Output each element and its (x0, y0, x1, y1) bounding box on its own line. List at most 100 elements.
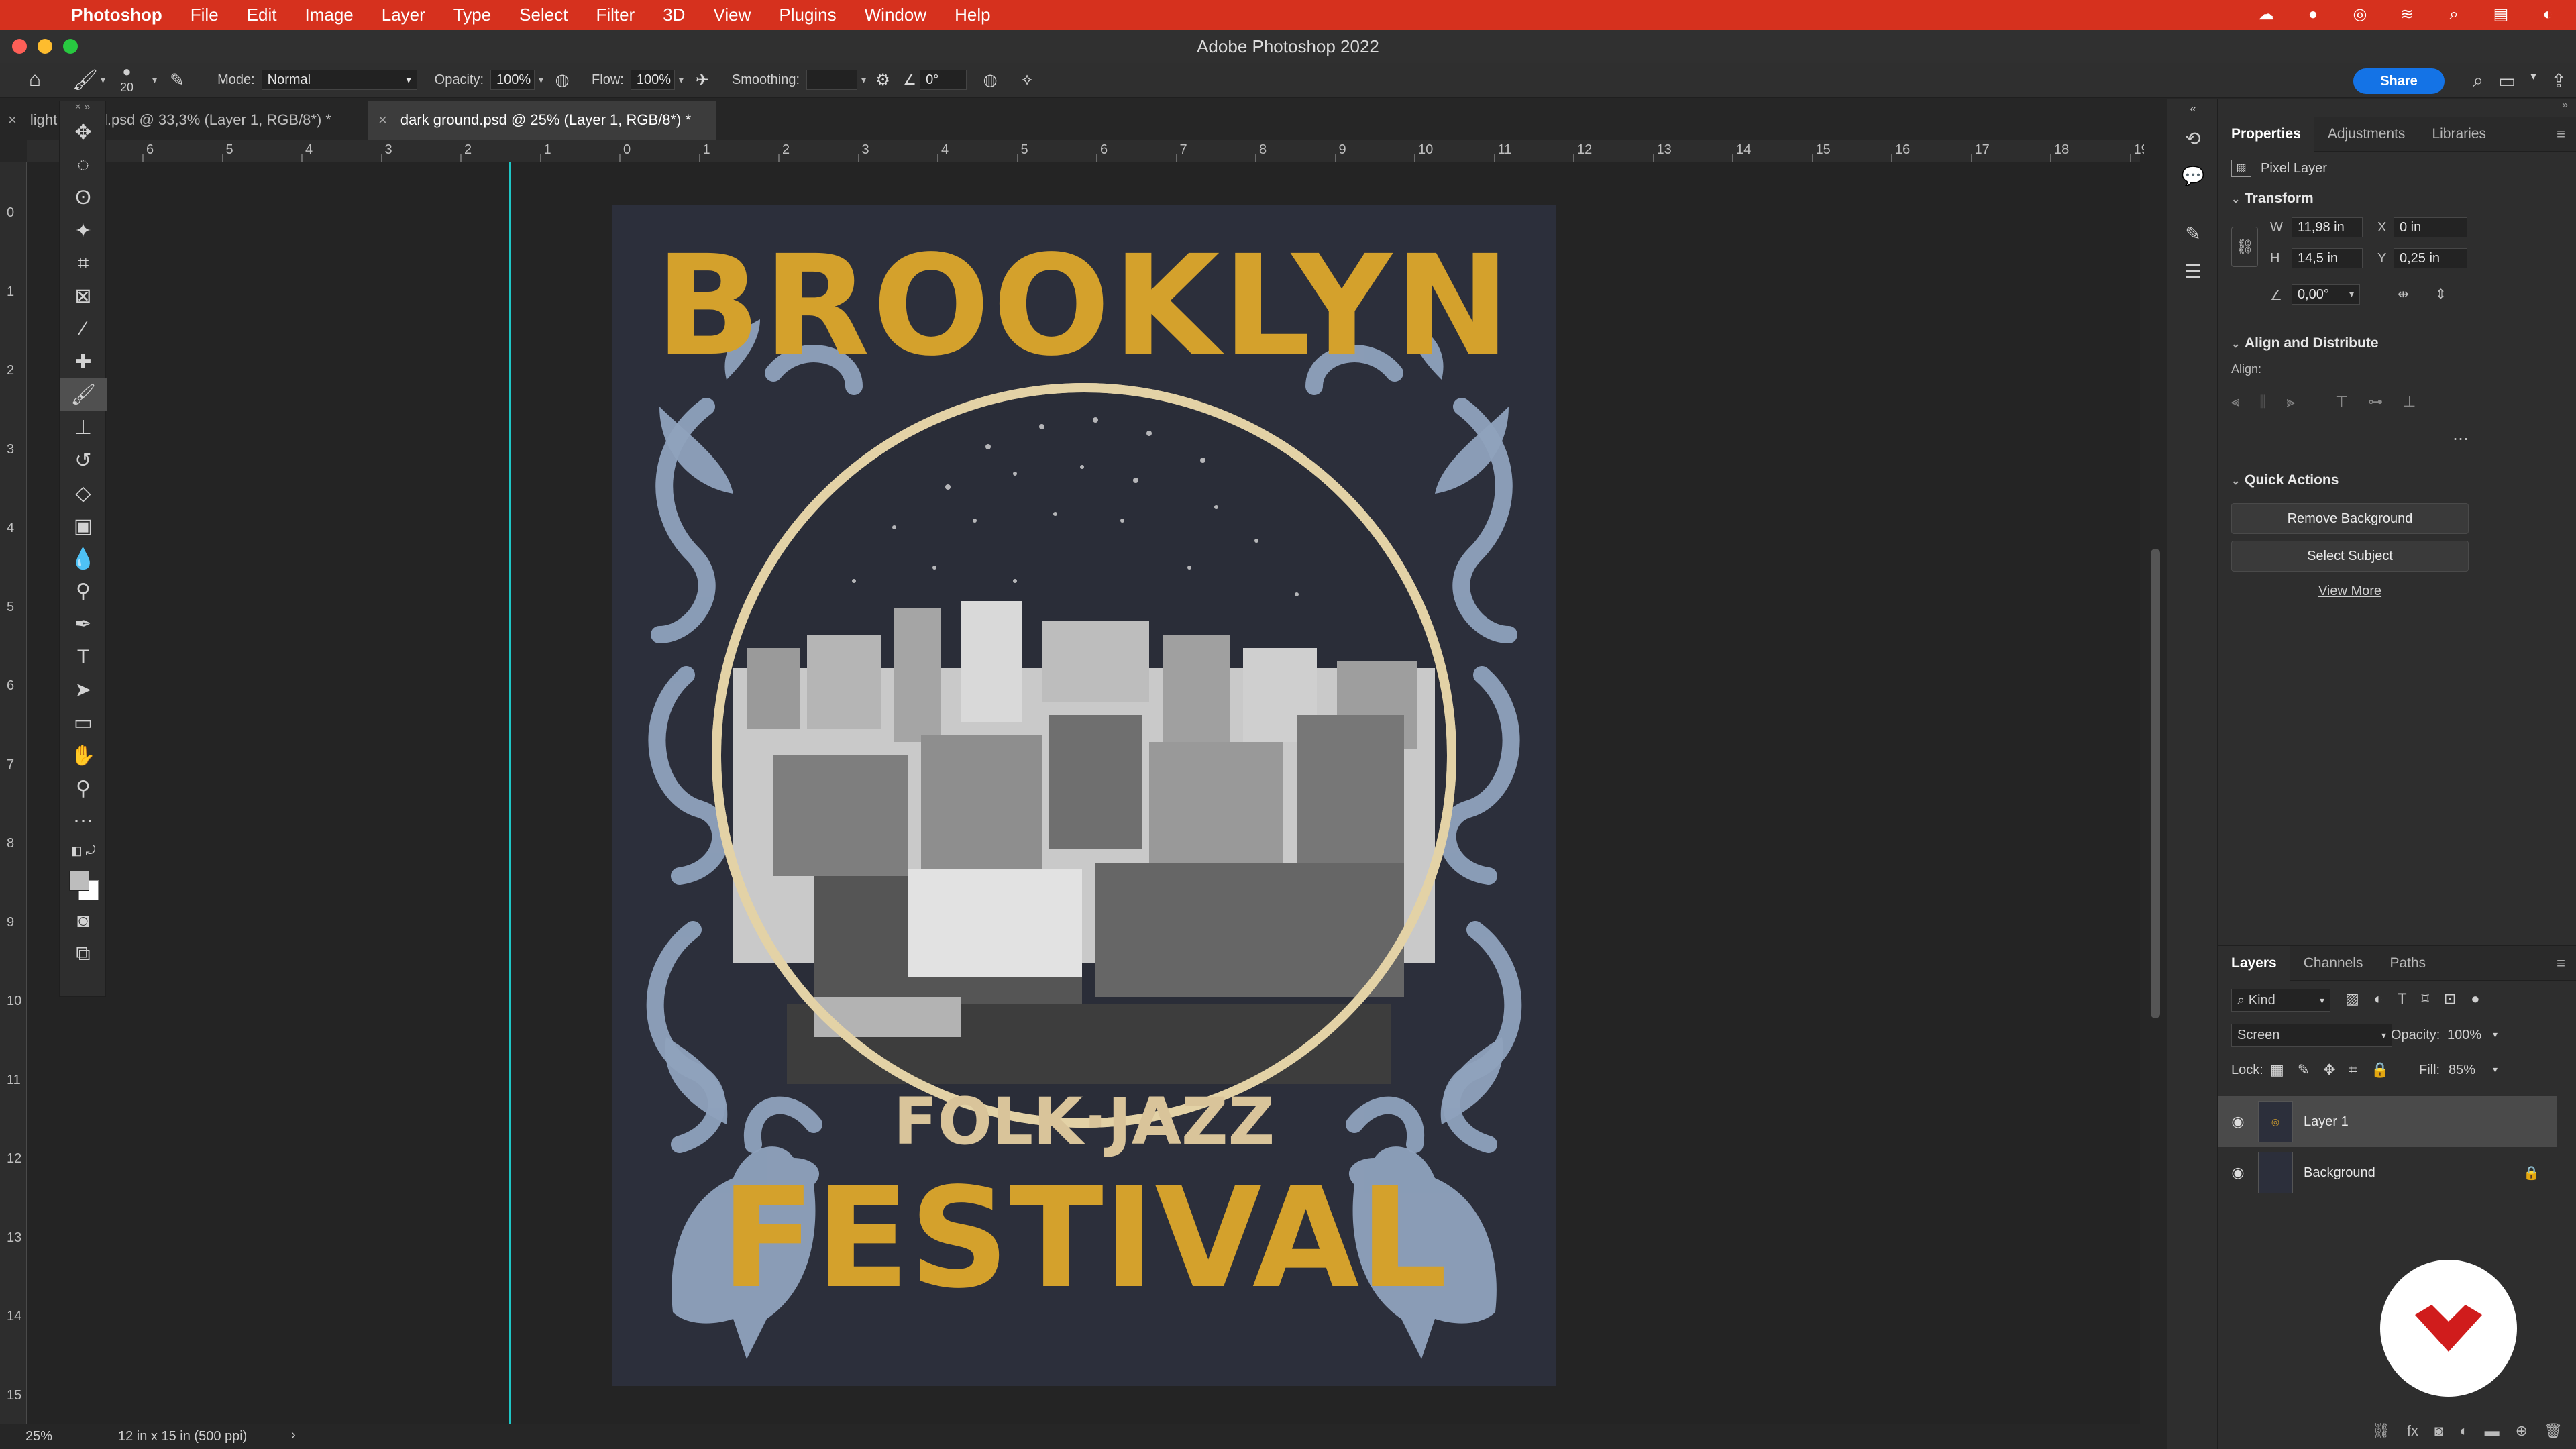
expand-panels-icon[interactable]: » (2218, 99, 2576, 117)
flip-vertical-icon[interactable]: ⇕ (2435, 286, 2447, 303)
dodge-tool-icon[interactable]: ⚲ (60, 575, 107, 608)
brush-settings-panel-icon[interactable]: ✎ (2167, 215, 2218, 252)
opacity-input[interactable]: 100% (490, 70, 535, 90)
fx-icon[interactable]: fx (2407, 1422, 2418, 1440)
brush-size-picker[interactable]: ● 20 (105, 63, 148, 97)
quick-actions-header[interactable]: ⌄ Quick Actions (2218, 467, 2339, 494)
lock-icon[interactable]: 🔒 (2523, 1165, 2540, 1181)
menu-plugins[interactable]: Plugins (765, 0, 850, 30)
lock-all-icon[interactable]: 🔒 (2371, 1061, 2389, 1079)
zoom-tool-icon[interactable]: ⚲ (60, 772, 107, 805)
chevron-down-icon[interactable]: ▾ (679, 74, 684, 86)
filter-toggle-icon[interactable]: ● (2471, 990, 2479, 1008)
workspace-icon[interactable]: ▭ (2498, 70, 2516, 92)
menu-help[interactable]: Help (941, 0, 1004, 30)
align-middle-v-icon[interactable]: ⊶ (2368, 393, 2383, 411)
menu-3d[interactable]: 3D (649, 0, 699, 30)
menu-layer[interactable]: Layer (368, 0, 439, 30)
align-bottom-icon[interactable]: ⊥ (2403, 393, 2416, 411)
brush-angle-input[interactable]: 0° (920, 70, 967, 90)
panel-menu-icon[interactable]: ≡ (2557, 955, 2565, 972)
layer-row[interactable]: ◉ Background 🔒 (2218, 1147, 2557, 1198)
vertical-scroll-thumb[interactable] (2151, 549, 2160, 1018)
flow-input[interactable]: 100% (630, 70, 675, 90)
tab-paths[interactable]: Paths (2376, 946, 2439, 981)
filter-pixel-icon[interactable]: ▨ (2345, 990, 2359, 1008)
align-header[interactable]: ⌄ Align and Distribute (2218, 330, 2379, 357)
wifi-icon[interactable]: ≋ (2396, 4, 2418, 25)
chevron-down-icon[interactable]: ▾ (861, 74, 866, 86)
eyedropper-tool-icon[interactable]: ⁄ (60, 313, 107, 345)
tab-dark-ground[interactable]: × dark ground.psd @ 25% (Layer 1, RGB/8*… (368, 101, 716, 140)
new-layer-icon[interactable]: ⊕ (2516, 1422, 2528, 1440)
zoom-level[interactable]: 25% (25, 1429, 52, 1444)
quick-mask-icon[interactable]: ◙ (60, 905, 107, 938)
screen-mode-icon[interactable]: ⧉ (60, 937, 107, 970)
brush-tool-icon[interactable]: 🖌 (60, 378, 107, 412)
creative-cloud-icon[interactable]: ☁ (2255, 4, 2277, 25)
collapse-panels-icon[interactable]: « (2167, 99, 2218, 119)
brush-settings-icon[interactable]: ✎ (157, 70, 197, 91)
more-options-icon[interactable]: ⋯ (2453, 429, 2469, 449)
rectangle-tool-icon[interactable]: ▭ (60, 706, 107, 739)
tab-adjustments[interactable]: Adjustments (2314, 117, 2419, 152)
align-right-icon[interactable]: ⫸ (2287, 393, 2295, 411)
align-left-icon[interactable]: ⫷ (2231, 393, 2239, 411)
add-mask-icon[interactable]: ◙ (2434, 1422, 2443, 1440)
pressure-opacity-icon[interactable]: ◍ (543, 70, 581, 90)
align-top-icon[interactable]: ⊤ (2335, 393, 2348, 411)
home-icon[interactable]: ⌂ (0, 68, 70, 91)
y-input[interactable]: 0,25 in (2394, 248, 2467, 268)
clone-stamp-tool-icon[interactable]: ⊥ (60, 411, 107, 444)
color-swatches[interactable] (60, 865, 107, 905)
menu-image[interactable]: Image (290, 0, 367, 30)
chevron-down-icon[interactable]: ▾ (539, 74, 543, 86)
chevron-down-icon[interactable]: ▾ (2493, 1029, 2498, 1040)
more-tools-icon[interactable]: ⋯ (60, 805, 107, 838)
x-input[interactable]: 0 in (2394, 217, 2467, 237)
fill-value[interactable]: 85% (2449, 1063, 2475, 1078)
new-group-icon[interactable]: ▬ (2485, 1422, 2500, 1440)
tab-channels[interactable]: Channels (2290, 946, 2377, 981)
crop-tool-icon[interactable]: ⌗ (60, 248, 107, 280)
link-layers-icon[interactable]: ⛓ (2372, 1422, 2391, 1440)
gear-icon[interactable]: ⚙ (866, 70, 900, 90)
filter-type-icon[interactable]: T (2398, 990, 2406, 1008)
chevron-down-icon[interactable]: ▾ (152, 74, 157, 86)
export-icon[interactable]: ⇪ (2551, 70, 2567, 92)
swap-colors-icon[interactable]: ◧ ⤾ (60, 838, 107, 865)
smoothing-input[interactable] (806, 70, 858, 90)
canvas-area[interactable]: BROOKLYN FOLK·JAZZ FESTIVAL (27, 162, 2140, 1424)
align-center-h-icon[interactable]: ⫼ (2259, 393, 2266, 411)
history-brush-tool-icon[interactable]: ↺ (60, 444, 107, 477)
lock-pixels-icon[interactable]: ✎ (2298, 1061, 2310, 1079)
flip-horizontal-icon[interactable]: ⇹ (2398, 286, 2409, 303)
magic-wand-tool-icon[interactable]: ✦ (60, 215, 107, 248)
tab-light-ground[interactable]: × light ground.psd @ 33,3% (Layer 1, RGB… (0, 101, 368, 140)
guide-line[interactable] (509, 162, 511, 1424)
tab-layers[interactable]: Layers (2218, 945, 2290, 981)
layer-opacity-value[interactable]: 100% (2447, 1028, 2481, 1043)
hand-tool-icon[interactable]: ✋ (60, 739, 107, 772)
filter-adjustment-icon[interactable]: ◐ (2374, 990, 2383, 1008)
chevron-down-icon[interactable]: ▾ (101, 74, 105, 86)
menu-file[interactable]: File (176, 0, 233, 30)
path-selection-tool-icon[interactable]: ➤ (60, 674, 107, 706)
view-more-link[interactable]: View More (2231, 584, 2469, 599)
tab-properties[interactable]: Properties (2218, 116, 2314, 152)
visibility-eye-icon[interactable]: ◉ (2218, 1113, 2258, 1130)
lock-transparency-icon[interactable]: ▦ (2270, 1061, 2284, 1079)
close-tab-icon[interactable]: × (8, 111, 17, 129)
lock-position-icon[interactable]: ✥ (2323, 1061, 2335, 1079)
menu-view[interactable]: View (699, 0, 765, 30)
filter-shape-icon[interactable]: ⌑ (2422, 990, 2429, 1008)
new-adjustment-icon[interactable]: ◐ (2459, 1422, 2468, 1440)
lasso-tool-icon[interactable]: ʘ (60, 182, 107, 215)
browser-icon[interactable]: ◎ (2349, 4, 2371, 25)
panel-menu-icon[interactable]: ≡ (2557, 125, 2565, 143)
pen-tool-icon[interactable]: ✒ (60, 608, 107, 641)
healing-brush-tool-icon[interactable]: ✚ (60, 345, 107, 378)
type-tool-icon[interactable]: T (60, 641, 107, 674)
close-tab-icon[interactable]: × (378, 111, 387, 129)
adjustments-panel-icon[interactable]: ☰ (2167, 252, 2218, 290)
